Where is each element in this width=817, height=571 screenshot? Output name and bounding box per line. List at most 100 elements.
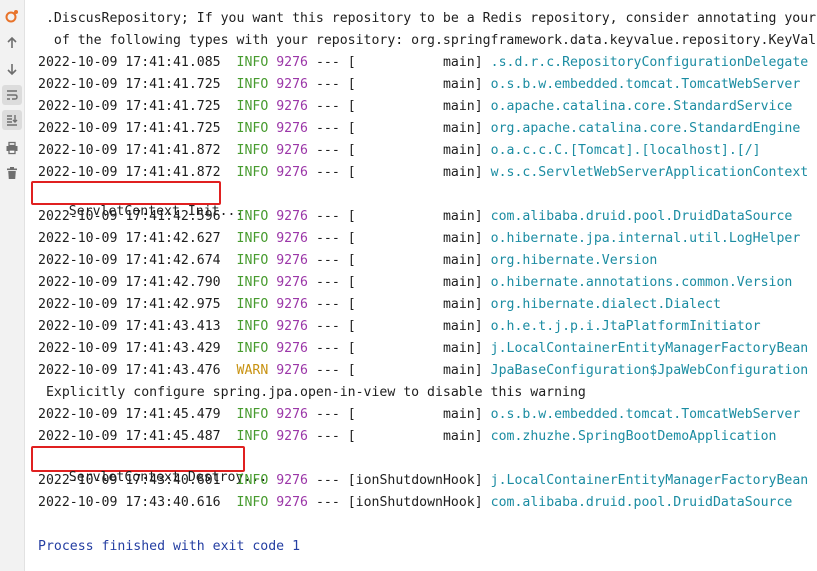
arrow-up-icon[interactable] [2, 33, 22, 53]
log-timestamp: 2022-10-09 17:41:43.413 [38, 319, 221, 334]
log-separator: --- [ [308, 297, 356, 312]
log-logger: o.s.b.w.embedded.tomcat.TomcatWebServer [490, 407, 801, 422]
log-level: INFO [236, 143, 269, 158]
log-pid: 9276 [276, 231, 308, 246]
log-timestamp: 2022-10-09 17:41:41.725 [38, 121, 221, 136]
scroll-to-end-icon[interactable] [2, 110, 22, 130]
log-thread: ionShutdownHook] [355, 473, 483, 488]
log-level: WARN [236, 363, 269, 378]
log-pid: 9276 [276, 275, 308, 290]
log-timestamp: 2022-10-09 17:41:42.596 [38, 209, 221, 224]
log-pid: 9276 [276, 473, 308, 488]
arrow-down-icon[interactable] [2, 59, 22, 79]
wrapped-text-line: of the following types with your reposit… [38, 33, 817, 48]
wrapped-text-line: .DiscusRepository; If you want this repo… [38, 11, 817, 26]
log-thread: main] [355, 319, 483, 334]
log-timestamp: 2022-10-09 17:41:41.725 [38, 99, 221, 114]
log-timestamp: 2022-10-09 17:43:40.616 [38, 495, 221, 510]
log-thread: main] [355, 121, 483, 136]
log-logger: o.apache.catalina.core.StandardService [490, 99, 793, 114]
log-thread: main] [355, 143, 483, 158]
log-logger: com.alibaba.druid.pool.DruidDataSource [490, 209, 793, 224]
process-exit-message: Process finished with exit code 1 [38, 539, 301, 554]
log-logger: j.LocalContainerEntityManagerFactoryBean [490, 473, 809, 488]
log-line: 2022-10-09 17:41:41.725 INFO 9276 --- [ … [38, 75, 800, 95]
log-line: 2022-10-09 17:41:43.429 INFO 9276 --- [ … [38, 339, 808, 359]
log-thread: main] [355, 341, 483, 356]
log-level: INFO [236, 429, 269, 444]
log-pid: 9276 [276, 55, 308, 70]
log-line: 2022-10-09 17:41:42.596 INFO 9276 --- [ … [38, 207, 792, 227]
console-output[interactable]: .DiscusRepository; If you want this repo… [25, 0, 817, 571]
log-line: 2022-10-09 17:41:42.975 INFO 9276 --- [ … [38, 295, 721, 315]
log-level: INFO [236, 319, 269, 334]
log-timestamp: 2022-10-09 17:41:42.790 [38, 275, 221, 290]
log-separator: --- [ [308, 165, 356, 180]
log-separator: --- [ [308, 341, 356, 356]
log-level: INFO [236, 165, 269, 180]
log-logger: JpaBaseConfiguration$JpaWebConfiguration [490, 363, 809, 378]
log-line: 2022-10-09 17:41:41.872 INFO 9276 --- [ … [38, 141, 761, 161]
log-separator: --- [ [308, 473, 356, 488]
log-timestamp: 2022-10-09 17:41:41.725 [38, 77, 221, 92]
log-thread: main] [355, 407, 483, 422]
log-separator: --- [ [308, 209, 356, 224]
log-timestamp: 2022-10-09 17:41:45.487 [38, 429, 221, 444]
log-line: 2022-10-09 17:43:40.616 INFO 9276 --- [i… [38, 493, 792, 513]
log-line: 2022-10-09 17:41:41.725 INFO 9276 --- [ … [38, 119, 800, 139]
log-timestamp: 2022-10-09 17:41:43.429 [38, 341, 221, 356]
log-timestamp: 2022-10-09 17:41:41.085 [38, 55, 221, 70]
log-pid: 9276 [276, 99, 308, 114]
log-logger: .s.d.r.c.RepositoryConfigurationDelegate [490, 55, 809, 70]
log-separator: --- [ [308, 495, 356, 510]
log-line: 2022-10-09 17:41:42.674 INFO 9276 --- [ … [38, 251, 657, 271]
log-thread: main] [355, 99, 483, 114]
log-pid: 9276 [276, 495, 308, 510]
log-level: INFO [236, 121, 269, 136]
rerun-icon[interactable] [2, 6, 22, 26]
log-pid: 9276 [276, 407, 308, 422]
print-icon[interactable] [2, 138, 22, 158]
log-thread: main] [355, 275, 483, 290]
log-thread: main] [355, 77, 483, 92]
log-separator: --- [ [308, 253, 356, 268]
console-toolbar [0, 0, 25, 571]
trash-icon[interactable] [2, 163, 22, 183]
log-level: INFO [236, 231, 269, 246]
log-thread: main] [355, 55, 483, 70]
log-timestamp: 2022-10-09 17:41:41.872 [38, 143, 221, 158]
log-timestamp: 2022-10-09 17:41:43.476 [38, 363, 221, 378]
log-thread: ionShutdownHook] [355, 495, 483, 510]
log-line: 2022-10-09 17:41:41.872 INFO 9276 --- [ … [38, 163, 808, 183]
log-separator: --- [ [308, 429, 356, 444]
log-thread: main] [355, 165, 483, 180]
log-level: INFO [236, 297, 269, 312]
log-thread: main] [355, 209, 483, 224]
log-level: INFO [236, 99, 269, 114]
log-pid: 9276 [276, 209, 308, 224]
log-level: INFO [236, 55, 269, 70]
log-line: 2022-10-09 17:41:43.413 INFO 9276 --- [ … [38, 317, 761, 337]
log-logger: o.hibernate.annotations.common.Version [490, 275, 793, 290]
log-timestamp: 2022-10-09 17:43:40.601 [38, 473, 221, 488]
log-pid: 9276 [276, 77, 308, 92]
log-line: 2022-10-09 17:41:41.085 INFO 9276 --- [ … [38, 53, 808, 73]
log-timestamp: 2022-10-09 17:41:42.627 [38, 231, 221, 246]
log-logger: org.hibernate.dialect.Dialect [490, 297, 721, 312]
log-line: 2022-10-09 17:41:41.725 INFO 9276 --- [ … [38, 97, 792, 117]
log-pid: 9276 [276, 429, 308, 444]
log-pid: 9276 [276, 363, 308, 378]
soft-wrap-icon[interactable] [2, 85, 22, 105]
log-pid: 9276 [276, 341, 308, 356]
log-timestamp: 2022-10-09 17:41:41.872 [38, 165, 221, 180]
log-line: 2022-10-09 17:41:43.476 WARN 9276 --- [ … [38, 361, 808, 381]
log-level: INFO [236, 341, 269, 356]
servlet-destroy-highlight: ServletContext Destroy... [31, 446, 267, 485]
log-timestamp: 2022-10-09 17:41:42.674 [38, 253, 221, 268]
log-pid: 9276 [276, 121, 308, 136]
log-line: 2022-10-09 17:41:45.479 INFO 9276 --- [ … [38, 405, 800, 425]
log-separator: --- [ [308, 231, 356, 246]
log-pid: 9276 [276, 165, 308, 180]
log-level: INFO [236, 495, 269, 510]
log-separator: --- [ [308, 121, 356, 136]
